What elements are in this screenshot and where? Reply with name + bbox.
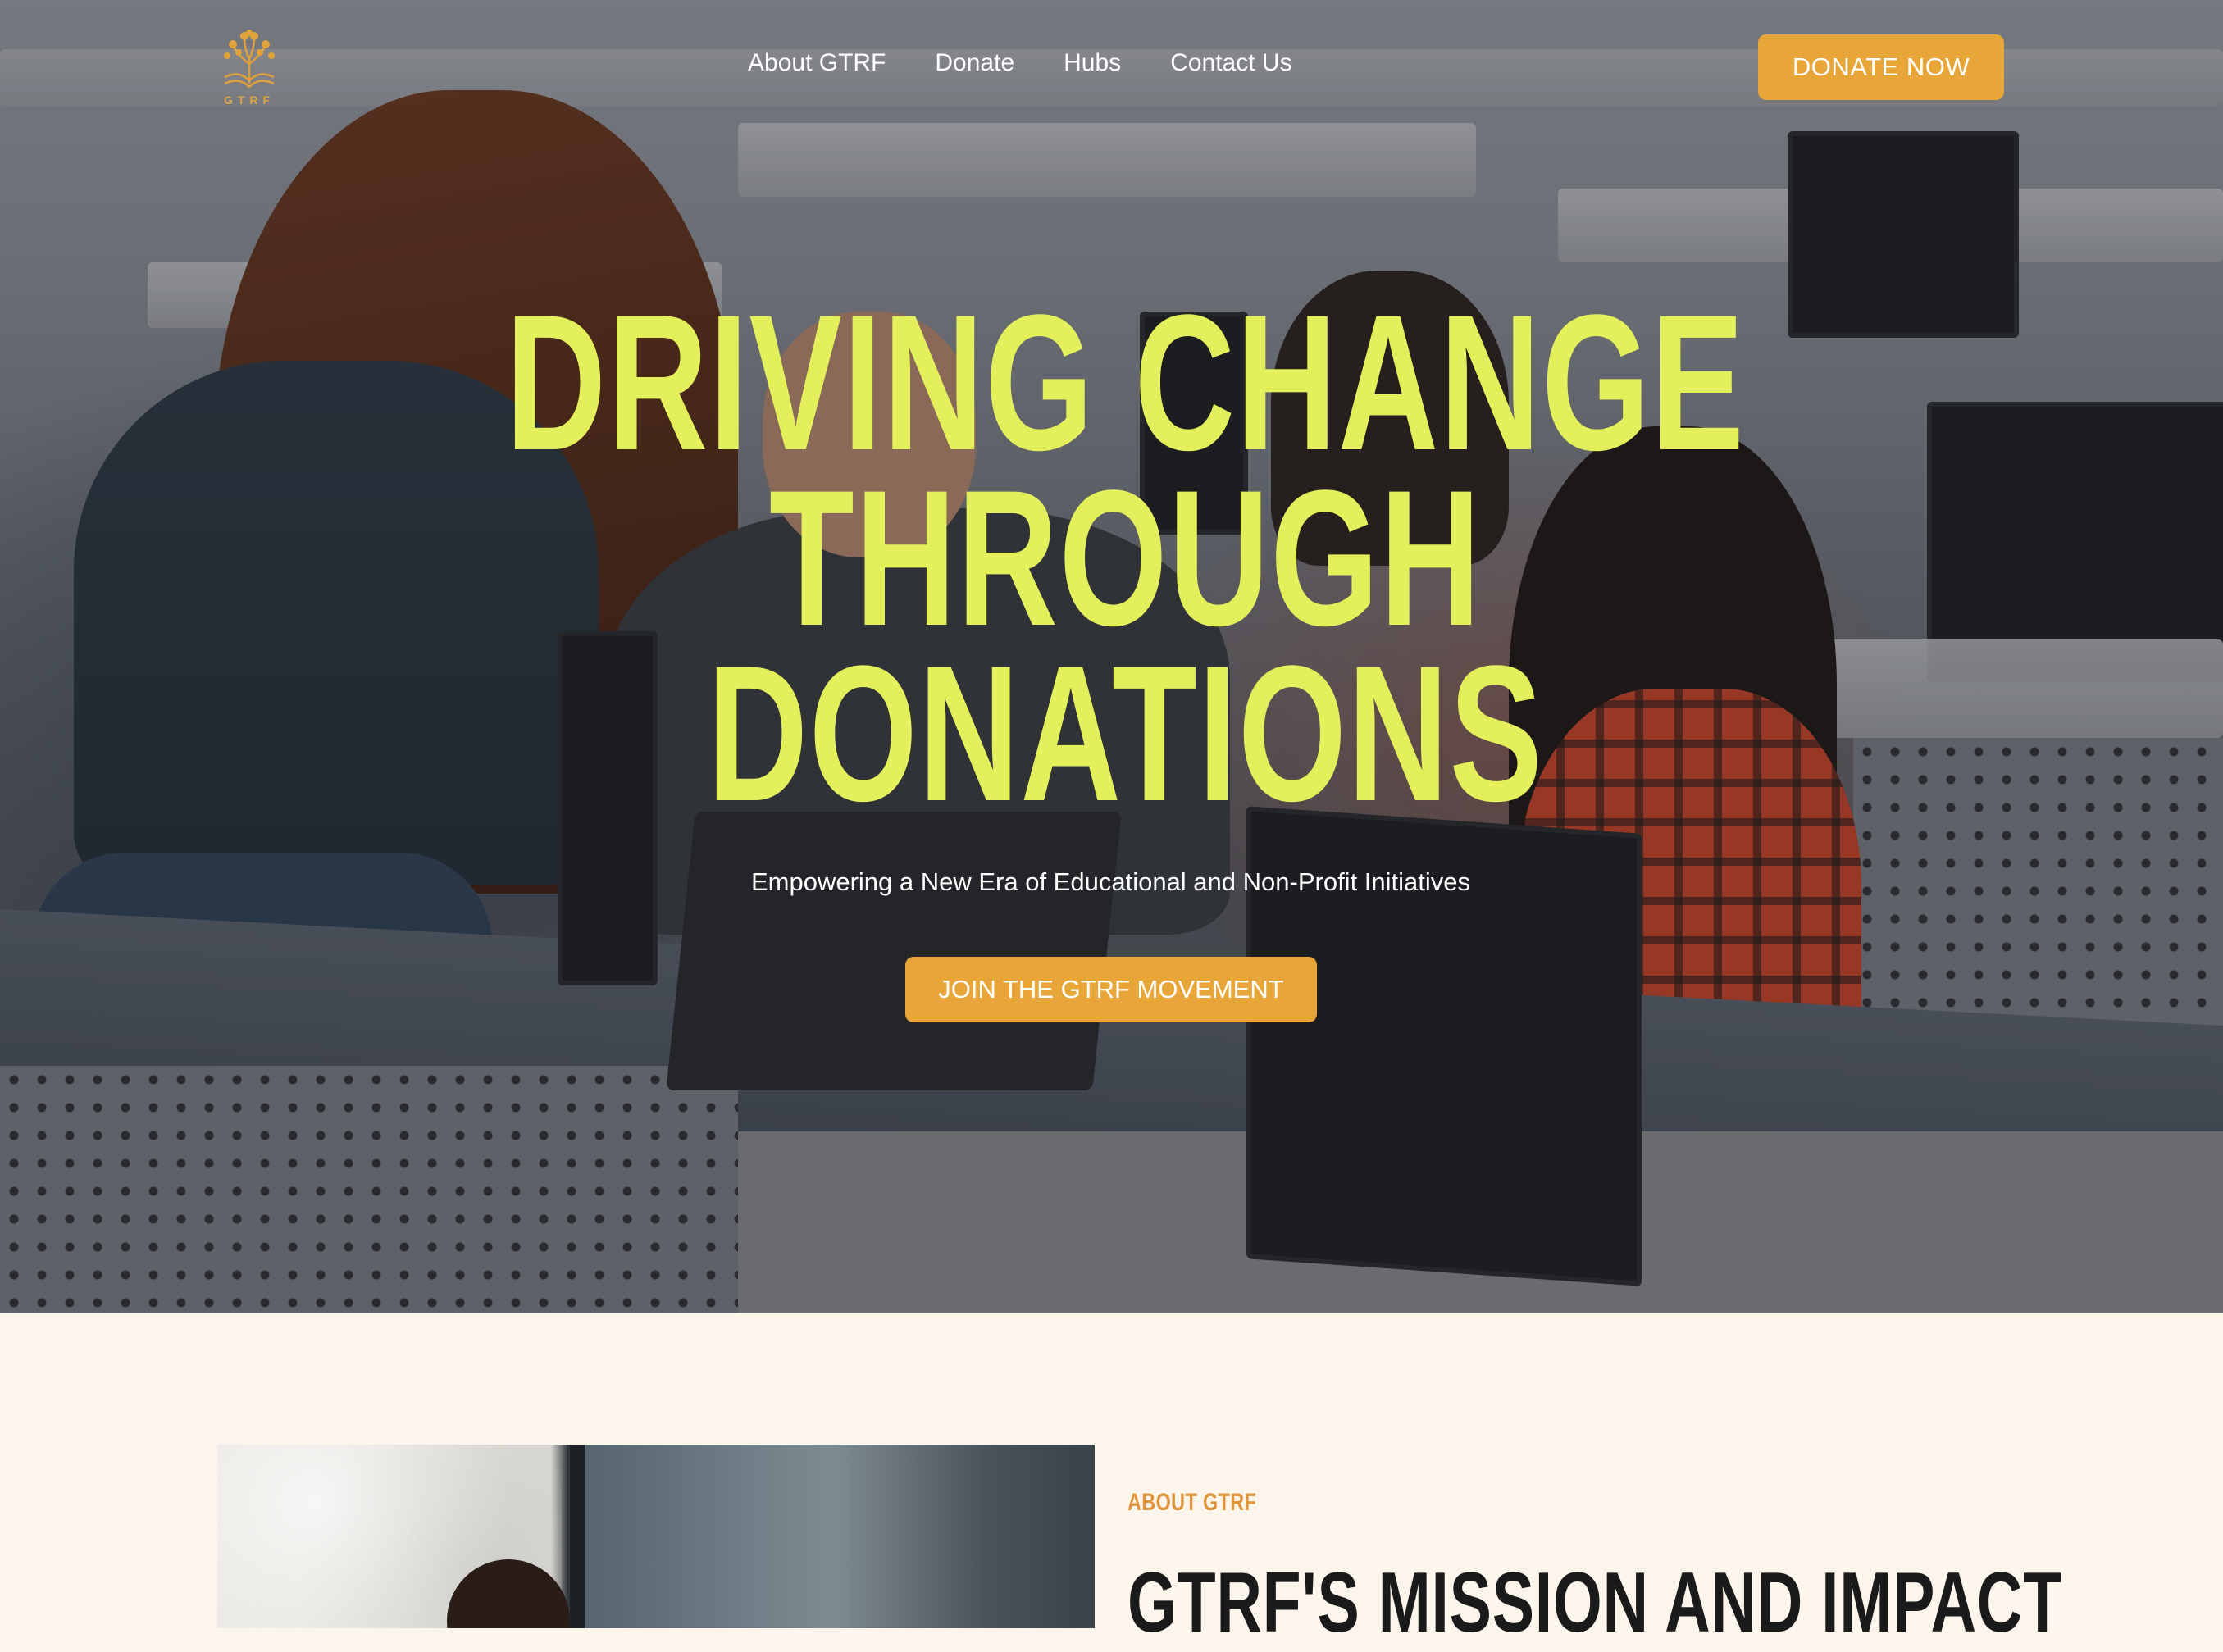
about-photo xyxy=(217,1445,1095,1628)
main-nav: About GTRF Donate Hubs Contact Us xyxy=(748,49,1342,77)
tree-book-icon xyxy=(224,30,275,89)
hero-subtitle: Empowering a New Era of Educational and … xyxy=(0,867,2223,897)
donate-now-button[interactable]: DONATE NOW xyxy=(1758,34,2004,100)
headline-line-3: DONATIONS xyxy=(707,626,1544,842)
headline-line-1: DRIVING CHANGE xyxy=(505,275,1746,491)
gtrf-logo[interactable]: GTRF xyxy=(215,25,284,110)
about-title: GTRF'S MISSION AND IMPACT xyxy=(1127,1555,2062,1650)
nav-item-about[interactable]: About GTRF xyxy=(748,49,886,77)
hero-subtitle-text: Empowering a New Era of Educational and … xyxy=(750,867,1471,896)
nav-item-hubs[interactable]: Hubs xyxy=(1064,49,1121,77)
logo-text: GTRF xyxy=(223,93,276,107)
nav-item-donate[interactable]: Donate xyxy=(935,49,1014,77)
nav-item-contact[interactable]: Contact Us xyxy=(1170,49,1291,77)
join-movement-button[interactable]: JOIN THE GTRF MOVEMENT xyxy=(905,957,1317,1022)
about-eyebrow: ABOUT GTRF xyxy=(1127,1489,1257,1516)
headline-line-2: THROUGH xyxy=(768,450,1482,667)
hero-headline: DRIVING CHANGE THROUGH DONATIONS xyxy=(325,275,1925,842)
